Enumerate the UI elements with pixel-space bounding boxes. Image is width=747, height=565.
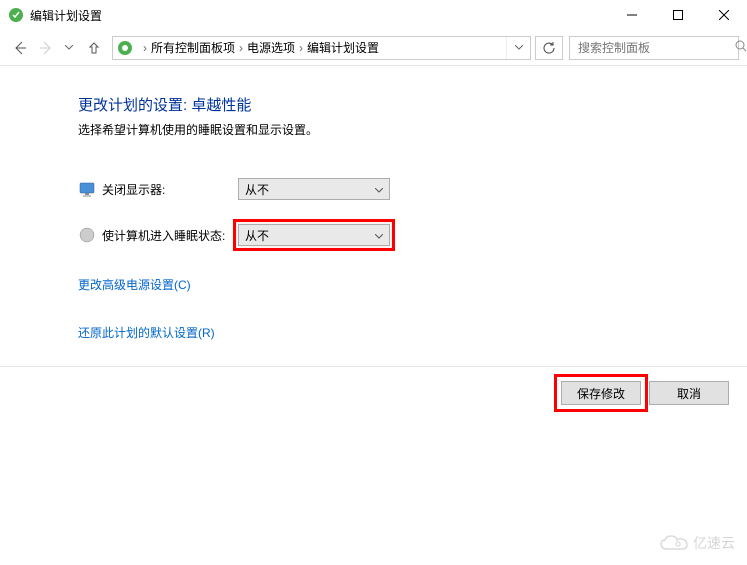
- sleep-value: 从不: [245, 227, 269, 244]
- navigation-bar: › 所有控制面板项 › 电源选项 › 编辑计划设置: [0, 30, 747, 66]
- display-off-label: 关闭显示器:: [102, 181, 238, 198]
- close-button[interactable]: [701, 0, 747, 30]
- setting-sleep: 使计算机进入睡眠状态: 从不: [78, 224, 747, 246]
- advanced-settings-link[interactable]: 更改高级电源设置(C): [78, 278, 191, 292]
- content-area: 更改计划的设置: 卓越性能 选择希望计算机使用的睡眠设置和显示设置。 关闭显示器…: [0, 66, 747, 342]
- breadcrumb-seg-3[interactable]: 编辑计划设置: [307, 39, 379, 56]
- restore-defaults-link[interactable]: 还原此计划的默认设置(R): [78, 326, 215, 340]
- cloud-icon: [659, 533, 689, 553]
- maximize-button[interactable]: [655, 0, 701, 30]
- breadcrumb-seg-2[interactable]: 电源选项: [247, 39, 295, 56]
- watermark: 亿速云: [659, 533, 735, 553]
- watermark-text: 亿速云: [693, 533, 735, 553]
- history-dropdown[interactable]: [60, 36, 78, 60]
- up-button[interactable]: [82, 36, 106, 60]
- page-title: 更改计划的设置: 卓越性能: [78, 94, 747, 115]
- monitor-icon: [78, 180, 96, 198]
- search-icon[interactable]: [735, 40, 747, 55]
- window-title: 编辑计划设置: [30, 7, 609, 24]
- chevron-down-icon: [375, 228, 383, 242]
- setting-display-off: 关闭显示器: 从不: [78, 178, 747, 200]
- restore-link-row: 还原此计划的默认设置(R): [78, 324, 747, 342]
- display-off-value: 从不: [245, 181, 269, 198]
- breadcrumb-sep-icon: ›: [299, 41, 303, 55]
- breadcrumb-sep-icon: ›: [143, 41, 147, 55]
- display-off-dropdown[interactable]: 从不: [238, 178, 390, 200]
- minimize-button[interactable]: [609, 0, 655, 30]
- search-box[interactable]: [569, 36, 739, 60]
- chevron-down-icon: [375, 182, 383, 196]
- sleep-label: 使计算机进入睡眠状态:: [102, 227, 238, 244]
- breadcrumb-sep-icon: ›: [239, 41, 243, 55]
- advanced-link-row: 更改高级电源设置(C): [78, 276, 747, 294]
- back-button[interactable]: [8, 36, 32, 60]
- moon-icon: [78, 226, 96, 244]
- cancel-button[interactable]: 取消: [649, 381, 729, 405]
- address-dropdown-icon[interactable]: [506, 37, 530, 59]
- window-controls: [609, 0, 747, 30]
- address-bar[interactable]: › 所有控制面板项 › 电源选项 › 编辑计划设置: [112, 36, 531, 60]
- page-description: 选择希望计算机使用的睡眠设置和显示设置。: [78, 121, 747, 138]
- forward-button[interactable]: [34, 36, 58, 60]
- button-bar: 保存修改 取消: [0, 366, 747, 405]
- control-panel-icon: [117, 40, 133, 56]
- title-bar: 编辑计划设置: [0, 0, 747, 30]
- save-button[interactable]: 保存修改: [561, 381, 641, 405]
- search-input[interactable]: [576, 40, 735, 56]
- breadcrumb-seg-1[interactable]: 所有控制面板项: [151, 39, 235, 56]
- refresh-button[interactable]: [535, 36, 563, 60]
- app-icon: [8, 7, 24, 23]
- sleep-dropdown[interactable]: 从不: [238, 224, 390, 246]
